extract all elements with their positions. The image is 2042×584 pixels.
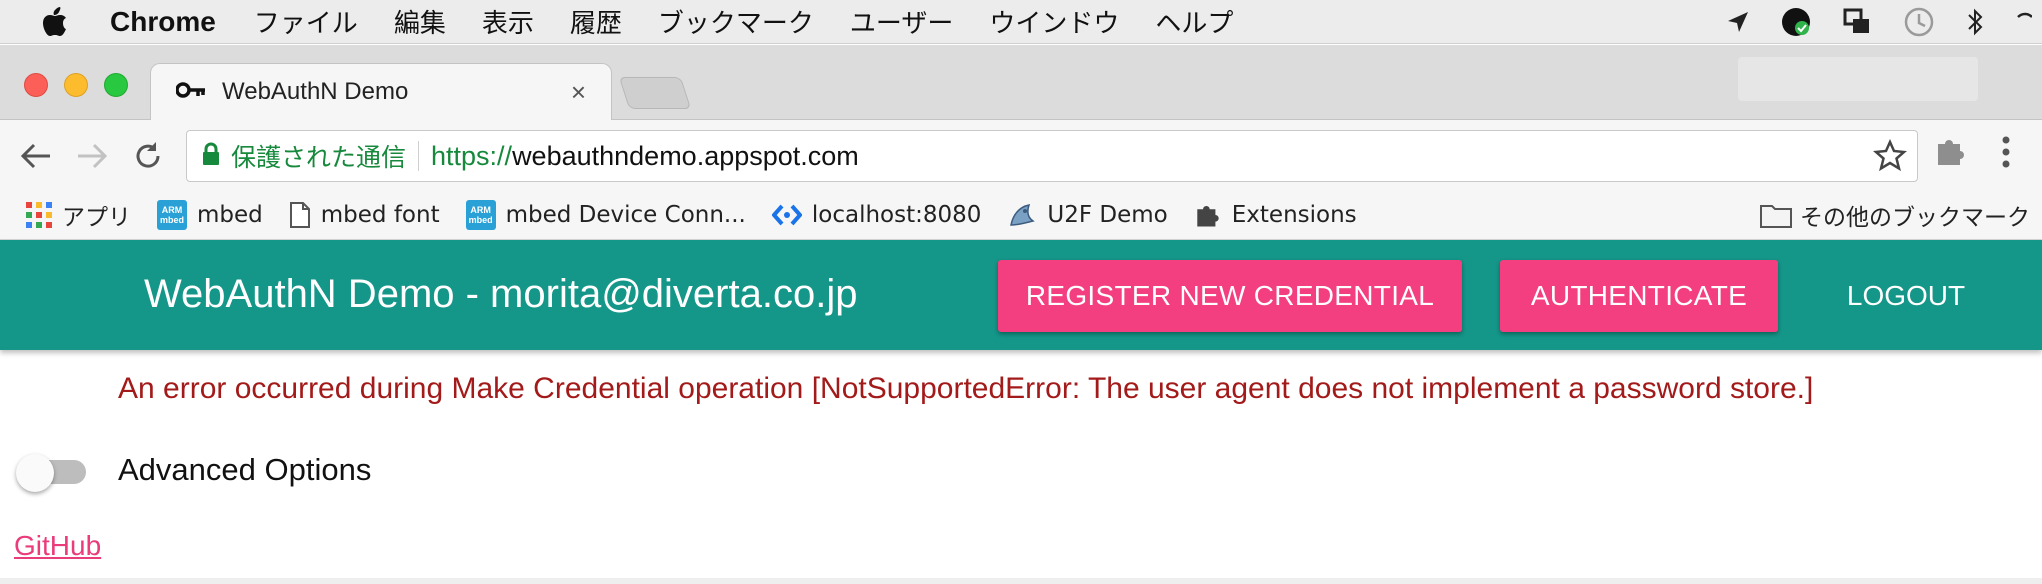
location-arrow-icon[interactable] [1726,10,1750,34]
app-status-icon[interactable] [1780,6,1812,38]
github-link[interactable]: GitHub [14,530,101,562]
error-message: An error occurred during Make Credential… [118,372,1814,405]
menu-window[interactable]: ウインドウ [989,3,1119,40]
forward-arrow-icon [78,143,108,169]
bookmark-localhost[interactable]: localhost:8080 [771,201,982,228]
browser-toolbar: 保護された通信 https:// webauthndemo.appspot.co… [0,120,2042,190]
apple-icon[interactable] [0,6,110,37]
bookmark-label: Extensions [1231,201,1357,228]
url-host: webauthndemo.appspot.com [512,140,859,171]
tab-title: WebAuthN Demo [222,78,409,105]
omnibox-divider [418,141,420,171]
key-icon [175,80,206,105]
zoom-window-button[interactable] [104,73,128,97]
window-controls [24,73,128,97]
menu-user[interactable]: ユーザー [850,3,953,40]
arm-mbed-icon: ARM mbed [157,199,187,230]
bookmark-label: mbed Device Conn... [505,201,746,228]
advanced-options-toggle[interactable] [16,454,88,492]
tab-strip: WebAuthN Demo × [0,45,2042,121]
bluetooth-icon[interactable] [1966,7,1986,37]
bookmark-apps[interactable]: アプリ [26,198,131,232]
bookmarks-bar: アプリ ARM mbed mbed mbed font ARM mbed mbed … [0,190,2042,240]
bookmark-extensions[interactable]: Extensions [1194,201,1357,229]
menu-history[interactable]: 履歴 [570,3,622,40]
authenticate-button[interactable]: AUTHENTICATE [1500,260,1778,332]
code-icon [771,203,802,227]
reload-icon [136,142,160,168]
forward-button[interactable] [70,134,114,178]
other-bookmarks-label: その他のブックマーク [1800,205,2030,231]
extension-puzzle-icon[interactable] [1934,134,1968,173]
bookmark-mbed-device-conn[interactable]: ARM mbed mbed Device Conn... [465,199,746,230]
folder-icon [1760,202,1792,228]
advanced-options-label: Advanced Options [118,452,372,487]
back-arrow-icon [20,143,50,169]
address-bar[interactable]: 保護された通信 https:// webauthndemo.appspot.co… [186,130,1918,182]
reload-button[interactable] [126,134,170,178]
screen-share-icon[interactable] [1842,7,1872,37]
page-title: WebAuthN Demo - morita@diverta.co.jp [144,272,858,316]
arm-mbed-icon: ARM mbed [465,199,496,230]
close-window-button[interactable] [24,73,48,97]
menu-view[interactable]: 表示 [482,3,534,40]
menu-help[interactable]: ヘルプ [1155,3,1233,40]
secure-connection-label[interactable]: 保護された通信 [231,138,406,174]
url-scheme: https:// [431,140,513,171]
menu-bookmarks[interactable]: ブックマーク [658,3,814,40]
bookmark-mbed[interactable]: ARM mbed mbed [157,199,263,230]
bookmark-u2f-demo[interactable]: U2F Demo [1007,201,1168,229]
tab-content: WebAuthN Demo × [175,63,606,121]
page-icon [289,201,311,229]
other-bookmarks[interactable]: その他のブックマーク [1760,190,2030,240]
profile-area [1738,57,1978,101]
minimize-window-button[interactable] [64,73,88,97]
back-button[interactable] [14,134,58,178]
toggle-thumb [16,454,54,492]
menu-app-chrome[interactable]: Chrome [110,6,216,38]
tab-close-icon[interactable]: × [571,77,586,108]
menu-file[interactable]: ファイル [254,3,358,40]
u2f-icon [1007,201,1037,229]
lock-icon[interactable] [201,142,221,171]
new-tab-button[interactable] [618,77,692,109]
register-new-credential-button[interactable]: REGISTER NEW CREDENTIAL [998,260,1462,332]
bookmark-label: アプリ [62,204,131,231]
puzzle-icon [1194,201,1222,229]
bookmark-label: mbed font [320,201,440,228]
logout-button[interactable]: LOGOUT [1816,260,1996,332]
app-header: WebAuthN Demo - morita@diverta.co.jp REG… [0,240,2042,350]
apps-grid-icon [26,201,52,228]
menu-edit[interactable]: 編集 [394,3,446,40]
time-machine-icon[interactable] [1902,5,1936,39]
bookmark-label: U2F Demo [1047,201,1168,228]
bookmark-label: localhost:8080 [811,201,982,228]
wifi-icon[interactable] [2016,7,2032,37]
status-tray [1726,0,2042,44]
chrome-menu-icon[interactable] [2000,134,2012,175]
bookmark-label: mbed [197,201,263,228]
bookmark-mbed-font[interactable]: mbed font [289,201,440,229]
bookmark-star-icon[interactable] [1872,138,1908,178]
page-bottom-edge [0,578,2042,584]
macos-menu-bar: Chrome ファイル 編集 表示 履歴 ブックマーク ユーザー ウインドウ ヘ… [0,0,2042,44]
